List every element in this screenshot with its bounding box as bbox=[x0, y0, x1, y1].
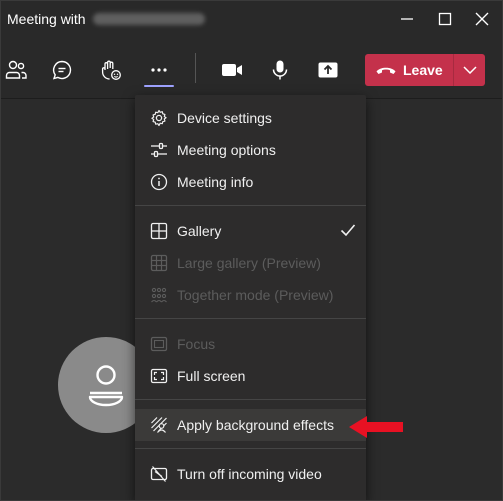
menu-item-gallery[interactable]: Gallery bbox=[135, 215, 366, 247]
close-window-button[interactable] bbox=[466, 5, 498, 33]
menu-item-together-mode: Together mode (Preview) bbox=[135, 279, 366, 311]
menu-item-apply-background-effects[interactable]: Apply background effects bbox=[135, 409, 366, 441]
camera-button[interactable] bbox=[219, 57, 245, 83]
minimize-icon bbox=[401, 18, 413, 20]
gear-icon bbox=[150, 109, 168, 127]
menu-item-large-gallery: Large gallery (Preview) bbox=[135, 247, 366, 279]
chevron-down-icon bbox=[462, 66, 477, 74]
menu-item-label: Together mode (Preview) bbox=[177, 287, 334, 303]
large-gallery-icon bbox=[150, 254, 168, 272]
reactions-button[interactable] bbox=[97, 57, 123, 83]
annotation-arrow-icon bbox=[349, 416, 403, 438]
minimize-button[interactable] bbox=[391, 5, 423, 33]
active-tab-indicator bbox=[144, 85, 174, 87]
focus-icon bbox=[150, 335, 168, 353]
video-off-icon bbox=[150, 465, 168, 483]
menu-item-label: Meeting options bbox=[177, 142, 276, 158]
full-screen-icon bbox=[150, 367, 168, 385]
menu-item-label: Gallery bbox=[177, 223, 222, 239]
gallery-grid-icon bbox=[150, 222, 168, 240]
meeting-window: Meeting with Leave Device settings Meeti… bbox=[0, 0, 503, 501]
maximize-icon bbox=[438, 12, 452, 26]
more-options-button[interactable] bbox=[146, 57, 172, 83]
close-icon bbox=[475, 12, 489, 26]
menu-divider bbox=[135, 399, 366, 400]
menu-item-device-settings[interactable]: Device settings bbox=[135, 102, 366, 134]
menu-item-label: Focus bbox=[177, 336, 216, 352]
together-mode-icon bbox=[150, 286, 168, 304]
leave-options-button[interactable] bbox=[454, 54, 485, 86]
window-title: Meeting with bbox=[7, 11, 86, 27]
menu-divider bbox=[135, 448, 366, 449]
person-icon bbox=[88, 365, 124, 407]
more-options-icon bbox=[151, 68, 167, 72]
menu-item-label: Turn off incoming video bbox=[177, 466, 322, 482]
checkmark-icon bbox=[340, 224, 356, 237]
menu-item-label: Full screen bbox=[177, 368, 246, 384]
menu-item-label: Device settings bbox=[177, 110, 272, 126]
more-options-menu: Device settings Meeting options Meeting … bbox=[135, 95, 366, 500]
menu-item-label: Meeting info bbox=[177, 174, 254, 190]
menu-divider bbox=[135, 205, 366, 206]
leave-button[interactable]: Leave bbox=[365, 54, 485, 86]
hang-up-icon bbox=[376, 67, 396, 74]
toolbar-divider bbox=[195, 53, 196, 83]
share-screen-icon bbox=[318, 62, 338, 78]
menu-item-full-screen[interactable]: Full screen bbox=[135, 360, 366, 392]
microphone-button[interactable] bbox=[267, 57, 293, 83]
menu-item-meeting-options[interactable]: Meeting options bbox=[135, 134, 366, 166]
share-screen-button[interactable] bbox=[315, 57, 341, 83]
sliders-icon bbox=[150, 141, 168, 159]
people-button[interactable] bbox=[3, 57, 29, 83]
raise-hand-icon bbox=[101, 60, 121, 80]
obscured-meeting-name bbox=[93, 13, 205, 25]
title-bar: Meeting with bbox=[1, 1, 502, 37]
chat-button[interactable] bbox=[49, 57, 75, 83]
chat-icon bbox=[52, 60, 72, 80]
menu-item-focus: Focus bbox=[135, 328, 366, 360]
menu-item-turn-off-incoming-video[interactable]: Turn off incoming video bbox=[135, 458, 366, 490]
menu-item-meeting-info[interactable]: Meeting info bbox=[135, 166, 366, 198]
menu-item-label: Apply background effects bbox=[177, 417, 334, 433]
microphone-icon bbox=[272, 60, 288, 80]
info-icon bbox=[150, 173, 168, 191]
leave-label: Leave bbox=[403, 62, 443, 78]
menu-divider bbox=[135, 318, 366, 319]
background-effects-icon bbox=[150, 416, 168, 434]
people-icon bbox=[5, 60, 27, 79]
menu-item-label: Large gallery (Preview) bbox=[177, 255, 321, 271]
maximize-button[interactable] bbox=[429, 5, 461, 33]
camera-icon bbox=[222, 64, 242, 76]
leave-main[interactable]: Leave bbox=[365, 54, 453, 86]
